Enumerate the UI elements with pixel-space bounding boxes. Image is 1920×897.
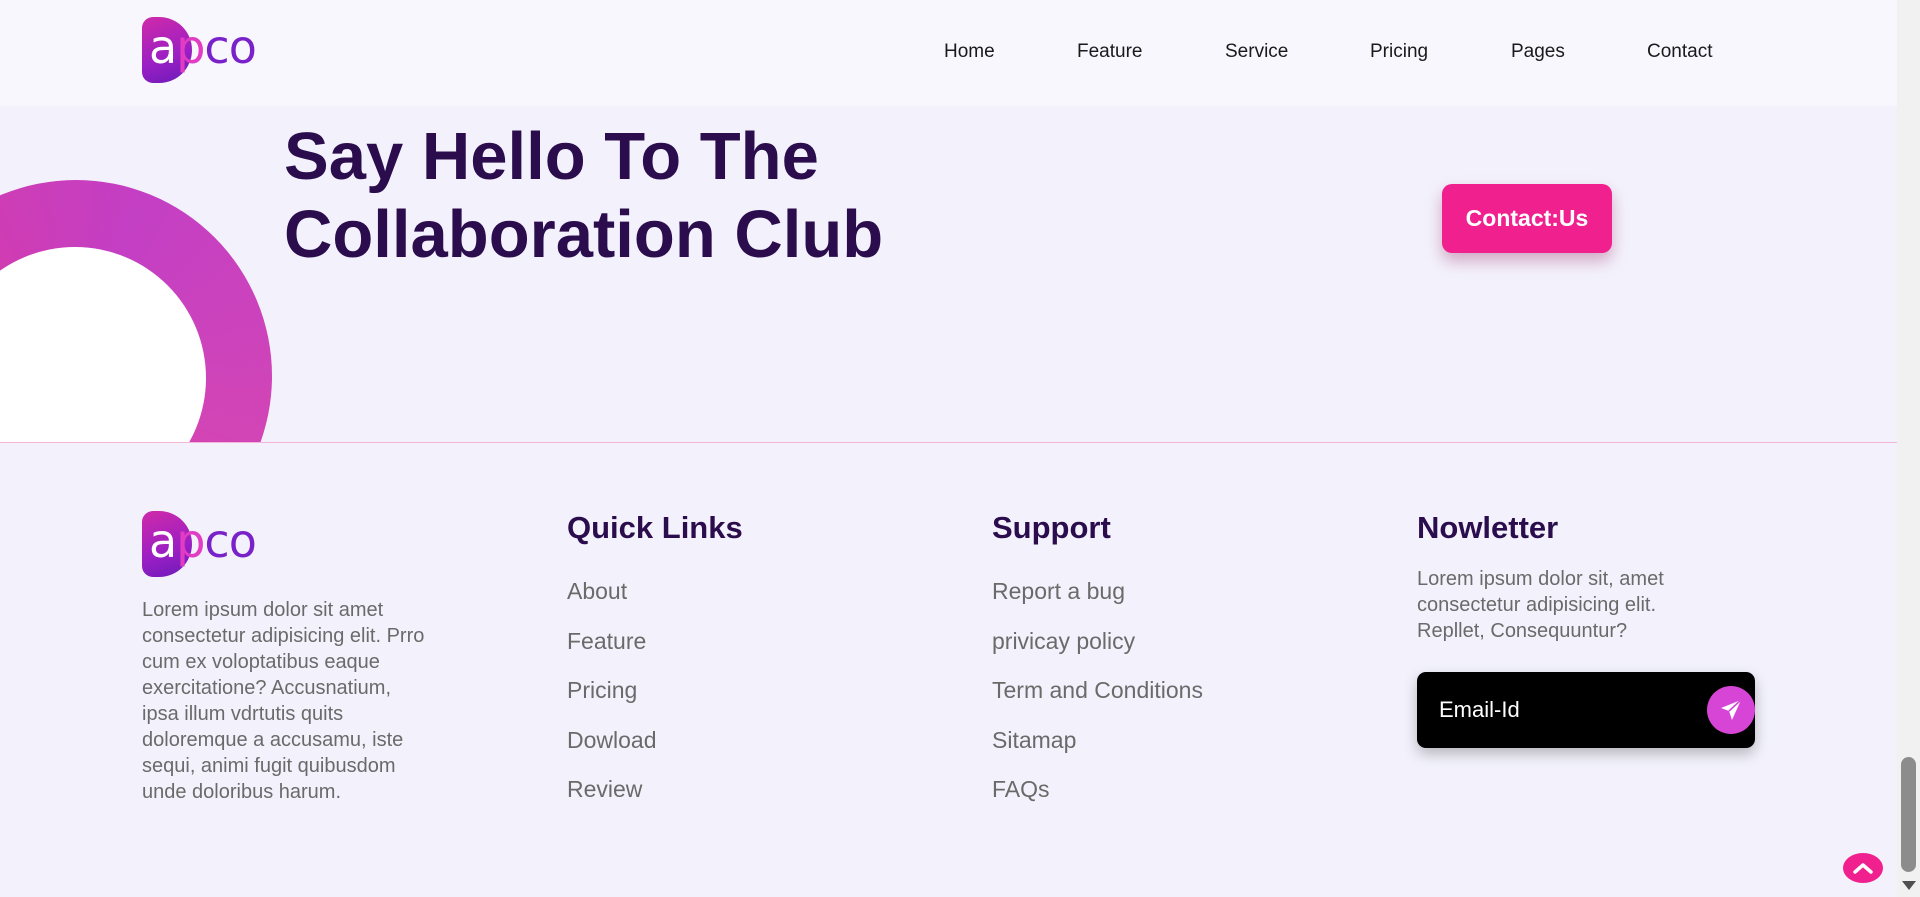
nav-pages[interactable]: Pages: [1511, 41, 1565, 63]
footer-link-report-bug[interactable]: Report a bug: [992, 578, 1203, 628]
email-field[interactable]: [1439, 694, 1679, 726]
footer-link-faqs[interactable]: FAQs: [992, 776, 1203, 826]
quick-links-heading: Quick Links: [567, 510, 743, 545]
support-heading: Support: [992, 510, 1111, 545]
hero-title: Say Hello To The Collaboration Club: [284, 119, 884, 272]
nav-home[interactable]: Home: [944, 41, 995, 63]
footer-link-privacy[interactable]: privicay policy: [992, 628, 1203, 678]
logo-wordmark: apco: [149, 514, 257, 569]
header-logo[interactable]: apco: [142, 17, 257, 83]
nav-pricing[interactable]: Pricing: [1370, 41, 1428, 63]
newsletter-heading: Nowletter: [1417, 510, 1559, 545]
site-header: apco Home Feature Service Pricing Pages …: [0, 0, 1897, 106]
scroll-to-top-button[interactable]: [1843, 853, 1883, 883]
quick-links-list: About Feature Pricing Dowload Review: [567, 578, 657, 826]
footer-link-terms[interactable]: Term and Conditions: [992, 677, 1203, 727]
logo-wordmark: apco: [149, 20, 257, 75]
newsletter-form: [1417, 672, 1755, 748]
nav-contact[interactable]: Contact: [1647, 41, 1712, 63]
footer-link-sitemap[interactable]: Sitamap: [992, 727, 1203, 777]
scroll-down-arrow-icon[interactable]: [1902, 881, 1916, 890]
section-divider: [0, 442, 1897, 443]
footer-logo[interactable]: apco: [142, 511, 257, 577]
support-list: Report a bug privicay policy Term and Co…: [992, 578, 1203, 826]
footer-link-review[interactable]: Review: [567, 776, 657, 826]
chevron-up-icon: [1853, 863, 1873, 874]
decorative-ring: [0, 106, 300, 442]
nav-service[interactable]: Service: [1225, 41, 1288, 63]
newsletter-text: Lorem ipsum dolor sit, amet consectetur …: [1417, 568, 1664, 642]
page-scrollbar[interactable]: [1897, 0, 1920, 897]
scrollbar-thumb[interactable]: [1901, 757, 1916, 872]
contact-us-button[interactable]: Contact:Us: [1442, 184, 1612, 253]
footer-about-text: Lorem ipsum dolor sit amet consectetur a…: [142, 599, 425, 803]
footer-link-pricing[interactable]: Pricing: [567, 677, 657, 727]
nav-feature[interactable]: Feature: [1077, 41, 1142, 63]
subscribe-button[interactable]: [1707, 686, 1755, 734]
paper-plane-icon: [1721, 699, 1742, 720]
footer-link-feature[interactable]: Feature: [567, 628, 657, 678]
footer-link-about[interactable]: About: [567, 578, 657, 628]
footer-link-download[interactable]: Dowload: [567, 727, 657, 777]
